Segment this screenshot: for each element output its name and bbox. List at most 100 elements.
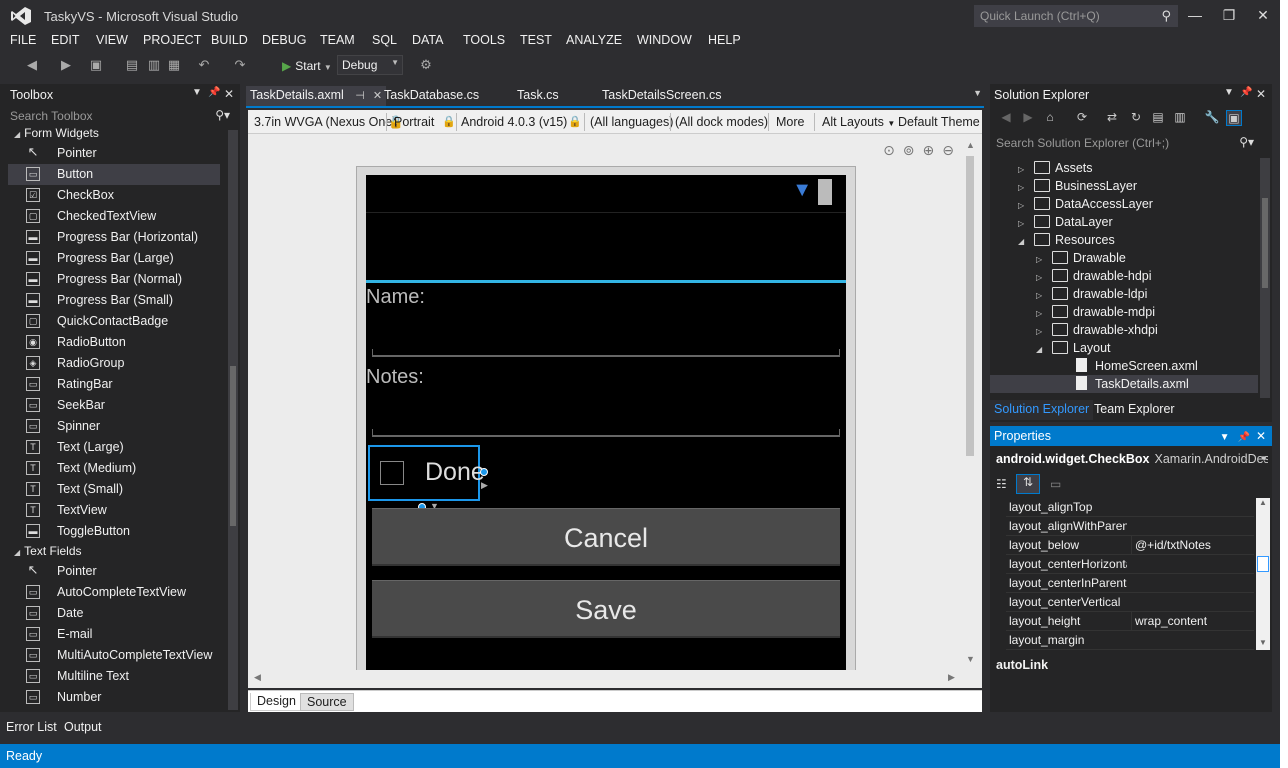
- scroll-down-icon[interactable]: ▼: [966, 654, 975, 664]
- scroll-up-icon[interactable]: ▲: [966, 140, 975, 150]
- solution-scrollbar[interactable]: [1260, 158, 1270, 398]
- dropdown-icon[interactable]: ▼: [1224, 87, 1234, 98]
- property-row[interactable]: layout_centerHorizontal: [1006, 555, 1254, 574]
- tab-design[interactable]: Design: [250, 693, 303, 711]
- menu-project[interactable]: PROJECT: [143, 33, 201, 47]
- toolbox-item[interactable]: ↖ Pointer: [8, 143, 220, 164]
- redo-icon[interactable]: ↷: [232, 57, 248, 73]
- tab-task-cs[interactable]: Task.cs: [513, 86, 563, 106]
- toolbox-item[interactable]: ▭ SeekBar: [8, 395, 220, 416]
- menu-tools[interactable]: TOOLS: [463, 33, 505, 47]
- android-screen[interactable]: ▼ Name: Notes: Done ▶ ▼ Cancel Save: [366, 175, 846, 670]
- chevron-down-icon[interactable]: ▼: [1260, 454, 1268, 463]
- toolbox-item[interactable]: ↖ Pointer: [8, 561, 220, 582]
- menu-help[interactable]: HELP: [708, 33, 741, 47]
- menu-view[interactable]: VIEW: [96, 33, 128, 47]
- toolbox-item[interactable]: ▬ ToggleButton: [8, 521, 220, 542]
- property-row[interactable]: layout_below @+id/txtNotes: [1006, 536, 1254, 555]
- expander-icon[interactable]: ◢: [1018, 233, 1030, 251]
- language-select[interactable]: (All languages): [590, 115, 673, 129]
- toolbox-item[interactable]: ▬ Progress Bar (Large): [8, 248, 220, 269]
- toolbox-item[interactable]: ▬ Progress Bar (Small): [8, 290, 220, 311]
- toolbox-item[interactable]: ▭ Spinner: [8, 416, 220, 437]
- dock-mode-select[interactable]: (All dock modes): [675, 115, 768, 129]
- name-edittext[interactable]: [372, 349, 840, 357]
- property-pages-icon[interactable]: ▭: [1050, 477, 1061, 491]
- toolbox-search-input[interactable]: Search Toolbox ⚲▾: [6, 108, 236, 126]
- dropdown-icon[interactable]: ▼: [1220, 432, 1230, 443]
- toolbox-group-form-widgets[interactable]: ◢ Form Widgets: [14, 126, 99, 140]
- menu-build[interactable]: BUILD: [211, 33, 248, 47]
- toolbox-item[interactable]: ▭ RatingBar: [8, 374, 220, 395]
- forward-icon[interactable]: ▶: [1020, 110, 1036, 126]
- undo-icon[interactable]: ↶: [196, 57, 212, 73]
- api-level-select[interactable]: Android 4.0.3 (v15): [461, 115, 567, 129]
- canvas-vertical-scrollbar[interactable]: ▲ ▼: [962, 140, 978, 668]
- tree-item[interactable]: HomeScreen.axml: [1072, 357, 1258, 375]
- done-checkbox[interactable]: Done: [368, 445, 485, 501]
- start-debugging-button[interactable]: ▶ Start ▼: [276, 56, 338, 76]
- toolbox-item[interactable]: ▭ Button: [8, 164, 220, 185]
- canvas-horizontal-scrollbar[interactable]: ◀ ▶: [252, 672, 960, 686]
- zoom-fit-icon[interactable]: ⊙: [883, 142, 895, 158]
- tab-output[interactable]: Output: [64, 720, 102, 734]
- menu-window[interactable]: WINDOW: [637, 33, 692, 47]
- tab-taskdatabase-cs[interactable]: TaskDatabase.cs: [380, 86, 483, 106]
- theme-select[interactable]: Default Theme: [898, 115, 980, 129]
- scroll-left-icon[interactable]: ◀: [254, 672, 261, 683]
- tab-taskdetailsscreen-cs[interactable]: TaskDetailsScreen.cs: [598, 86, 726, 106]
- menu-test[interactable]: TEST: [520, 33, 552, 47]
- property-row[interactable]: layout_alignTop: [1006, 498, 1254, 517]
- toolbox-item[interactable]: ◉ RadioButton: [8, 332, 220, 353]
- toolbox-item[interactable]: T Text (Medium): [8, 458, 220, 479]
- tree-item[interactable]: ▷ drawable-hdpi: [1036, 267, 1258, 285]
- save-all-icon[interactable]: ▦: [166, 57, 182, 73]
- quick-launch-input[interactable]: Quick Launch (Ctrl+Q) ⚲: [974, 5, 1178, 27]
- menu-edit[interactable]: EDIT: [51, 33, 79, 47]
- toolbox-item[interactable]: T Text (Large): [8, 437, 220, 458]
- notes-label[interactable]: Notes:: [366, 366, 424, 389]
- tab-error-list[interactable]: Error List: [6, 720, 57, 734]
- scroll-right-icon[interactable]: ▶: [948, 672, 955, 683]
- zoom-in-icon[interactable]: ⊕: [923, 142, 935, 158]
- toolbox-item[interactable]: ▭ AutoCompleteTextView: [8, 582, 220, 603]
- property-row[interactable]: layout_height wrap_content: [1006, 612, 1254, 631]
- anchor-right-icon[interactable]: ▶: [481, 480, 488, 491]
- tree-item[interactable]: TaskDetails.axml: [990, 375, 1258, 393]
- tree-item[interactable]: ▷ drawable-xhdpi: [1036, 321, 1258, 339]
- property-value[interactable]: wrap_content: [1131, 612, 1253, 631]
- tree-item[interactable]: ◢ Resources: [1018, 231, 1258, 249]
- back-icon[interactable]: ◀: [24, 57, 40, 73]
- orientation-select[interactable]: Portrait: [394, 115, 434, 129]
- scroll-down-icon[interactable]: ▼: [1259, 638, 1267, 647]
- categorized-icon[interactable]: ☷: [996, 477, 1007, 491]
- property-row[interactable]: layout_centerVertical: [1006, 593, 1254, 612]
- toolbox-item[interactable]: ▬ Progress Bar (Horizontal): [8, 227, 220, 248]
- notes-edittext[interactable]: [372, 429, 840, 437]
- scroll-thumb[interactable]: [1262, 198, 1268, 288]
- tab-team-explorer[interactable]: Team Explorer: [1094, 400, 1175, 418]
- new-project-icon[interactable]: ▣: [88, 57, 104, 73]
- tab-source[interactable]: Source: [300, 693, 354, 711]
- solution-search-input[interactable]: Search Solution Explorer (Ctrl+;) ⚲▾: [994, 134, 1270, 154]
- tree-item[interactable]: ▷ DataLayer: [1018, 213, 1258, 231]
- toolbox-item[interactable]: ▭ Multiline Text: [8, 666, 220, 687]
- back-icon[interactable]: ◀: [998, 110, 1014, 126]
- tree-item[interactable]: ▷ drawable-mdpi: [1036, 303, 1258, 321]
- expander-icon[interactable]: ◢: [1036, 341, 1048, 359]
- device-select[interactable]: 3.7in WVGA (Nexus One): [254, 115, 396, 129]
- tab-taskdetails-axml[interactable]: TaskDetails.axml ⊣ ✕: [246, 86, 387, 106]
- scroll-thumb[interactable]: [966, 156, 974, 456]
- solution-configuration-select[interactable]: Debug ▼: [337, 55, 403, 75]
- property-row[interactable]: layout_alignWithParent: [1006, 517, 1254, 536]
- alphabetical-icon[interactable]: ⇅: [1016, 474, 1040, 494]
- forward-icon[interactable]: ▶: [58, 57, 74, 73]
- minimize-button[interactable]: —: [1180, 4, 1210, 26]
- property-row[interactable]: layout_margin: [1006, 631, 1254, 650]
- menu-analyze[interactable]: ANALYZE: [566, 33, 622, 47]
- toolbox-item[interactable]: ▭ E-mail: [8, 624, 220, 645]
- menu-debug[interactable]: DEBUG: [262, 33, 306, 47]
- property-row[interactable]: layout_centerInParent: [1006, 574, 1254, 593]
- properties-icon[interactable]: 🔧: [1204, 110, 1220, 126]
- tree-item[interactable]: ◢ Layout: [1036, 339, 1258, 357]
